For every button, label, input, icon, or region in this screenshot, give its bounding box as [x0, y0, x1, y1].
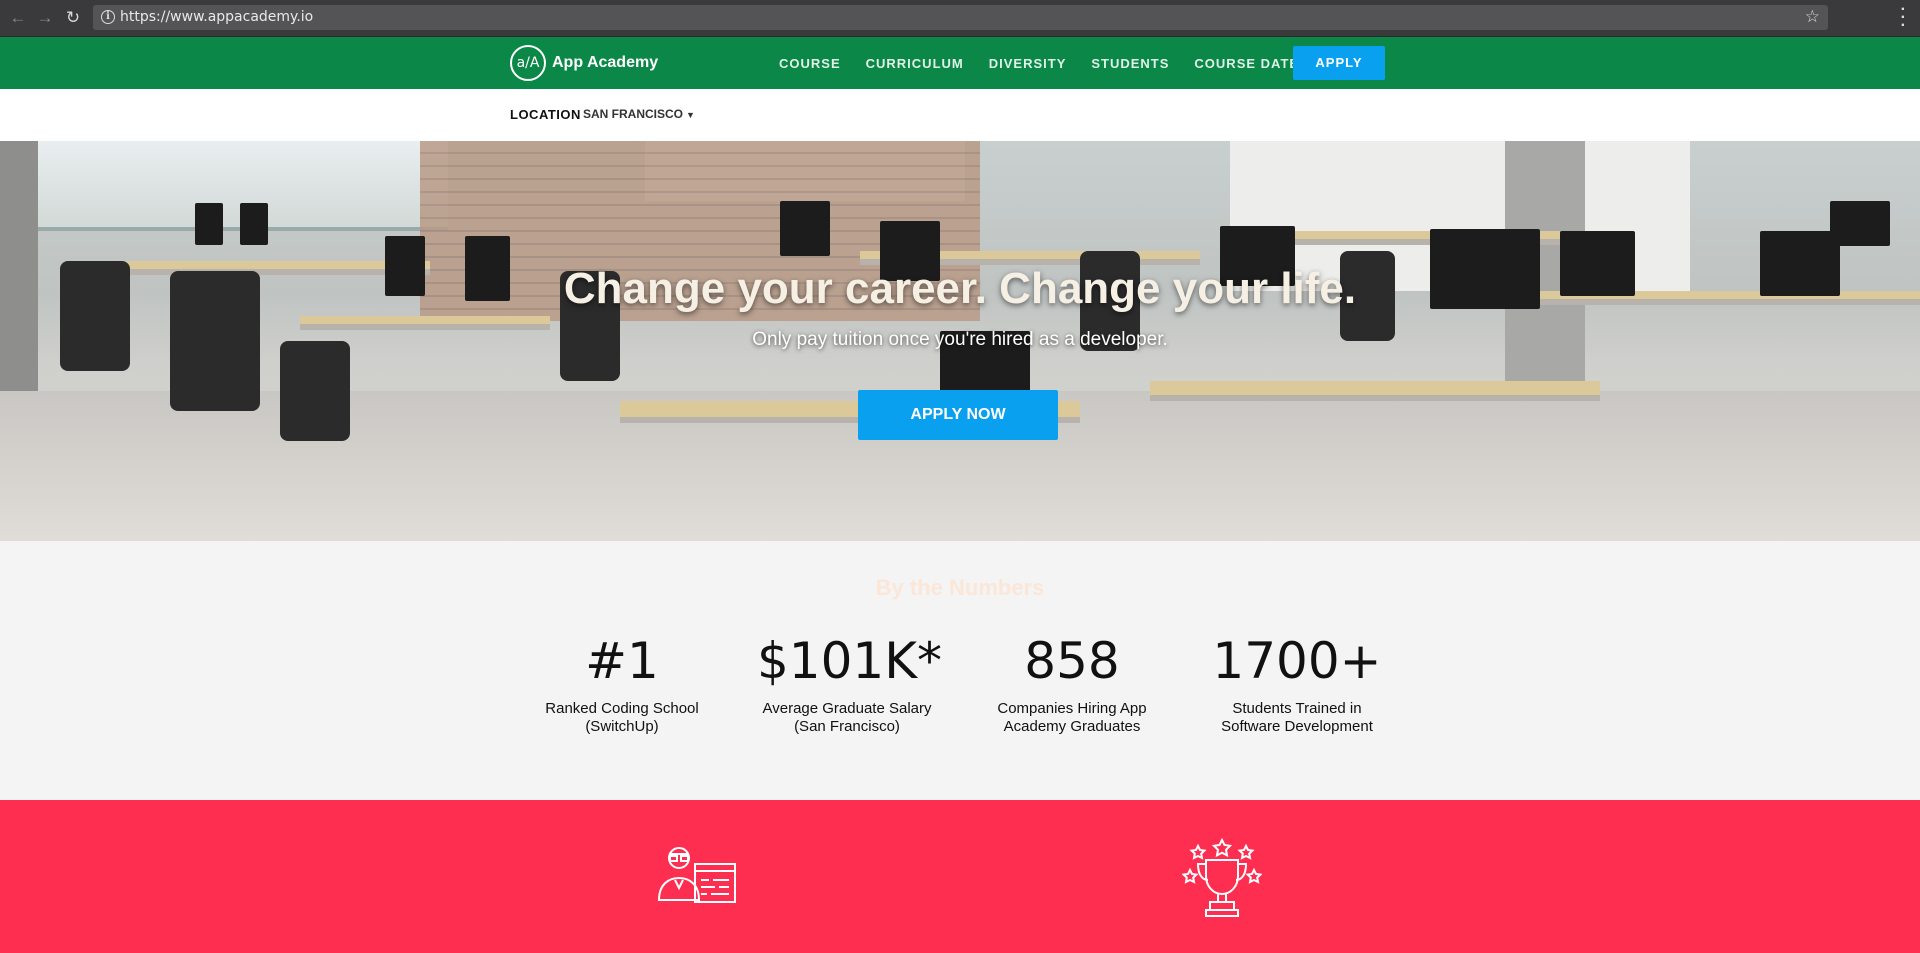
hero-subtitle: Only pay tuition once you're hired as a … [752, 329, 1168, 350]
hero-chair [280, 341, 350, 441]
stat-item: #1 Ranked Coding School (SwitchUp) [532, 633, 712, 736]
reload-icon[interactable]: ↻ [63, 8, 83, 28]
stat-value: $101K* [757, 632, 943, 690]
nav-links: COURSE CURRICULUM DIVERSITY STUDENTS COU… [779, 37, 1334, 89]
url-text[interactable]: https://www.appacademy.io [120, 9, 313, 25]
logo-mark-icon: a/A [510, 45, 546, 81]
bookmark-star-icon[interactable]: ☆ [1805, 7, 1820, 27]
hero-monitor [195, 203, 223, 245]
info-icon[interactable]: i [101, 10, 115, 24]
hero-desk [1150, 381, 1600, 401]
stat-label: Students Trained in Software Development [1221, 700, 1373, 735]
stat-item: 1700+ Students Trained in Software Devel… [1207, 633, 1387, 736]
developer-icon [657, 847, 736, 903]
back-arrow-icon[interactable]: ← [8, 8, 28, 28]
nav-link-course[interactable]: COURSE [779, 56, 841, 71]
browser-toolbar: ← → ↻ i https://www.appacademy.io ☆ · · · [0, 0, 1920, 37]
location-label: LOCATION [510, 107, 581, 122]
apply-now-button[interactable]: APPLY NOW [858, 390, 1058, 440]
hero-desk [300, 316, 550, 330]
caret-down-icon: ▼ [686, 110, 695, 120]
hero-monitor [240, 203, 268, 245]
stat-label: Average Graduate Salary (San Francisco) [762, 700, 932, 735]
stat-label: Companies Hiring App Academy Graduates [997, 700, 1147, 735]
forward-arrow-icon[interactable]: → [35, 8, 55, 28]
stat-label: Ranked Coding School (SwitchUp) [545, 700, 699, 735]
logo[interactable]: a/A App Academy [510, 45, 658, 81]
features-section [0, 800, 1920, 953]
stat-value: #1 [585, 632, 659, 690]
location-dropdown[interactable]: SAN FRANCISCO ▼ [583, 107, 695, 121]
nav-link-students[interactable]: STUDENTS [1091, 56, 1169, 71]
stat-value: 1700+ [1212, 632, 1382, 690]
stat-item: 858 Companies Hiring App Academy Graduat… [982, 633, 1162, 736]
hero-monitor [1830, 201, 1890, 246]
hero-title: Change your career. Change your life. [563, 264, 1357, 313]
nav-link-curriculum[interactable]: CURRICULUM [866, 56, 964, 71]
location-value: SAN FRANCISCO [583, 107, 684, 121]
hero-banner: Change your career. Change your life. On… [0, 141, 1920, 541]
nav-link-diversity[interactable]: DIVERSITY [989, 56, 1067, 71]
nav-link-course-dates[interactable]: COURSE DATES [1194, 56, 1308, 71]
browser-menu-icon[interactable]: · · · [1901, 2, 1906, 34]
numbers-heading: By the Numbers [875, 575, 1045, 600]
brand-name: App Academy [552, 54, 659, 71]
site-navbar: a/A App Academy COURSE CURRICULUM DIVERS… [0, 37, 1920, 89]
stat-value: 858 [1024, 632, 1120, 690]
address-bar[interactable]: i https://www.appacademy.io ☆ [93, 5, 1828, 30]
apply-button[interactable]: APPLY [1293, 46, 1385, 80]
location-bar: LOCATION SAN FRANCISCO ▼ [0, 89, 1920, 141]
trophy-icon [1182, 838, 1262, 917]
stat-item: $101K* Average Graduate Salary (San Fran… [757, 632, 943, 736]
hero-monitor [780, 201, 830, 256]
